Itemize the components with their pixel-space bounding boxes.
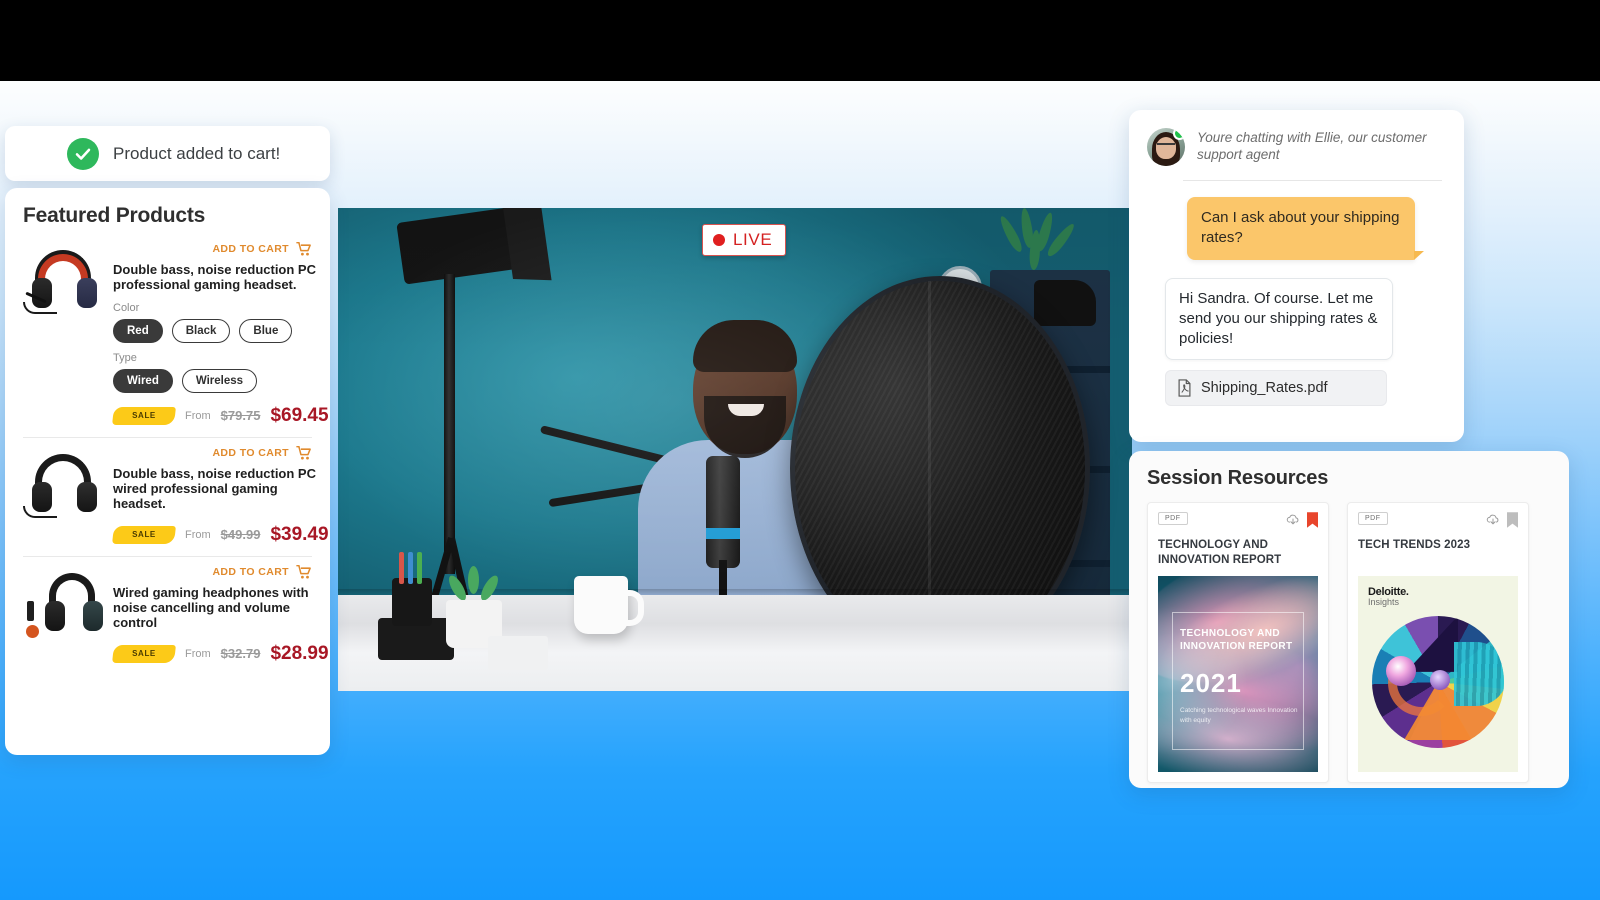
type-option-wired[interactable]: Wired (113, 368, 173, 393)
chat-message-customer: Can I ask about your shipping rates? (1187, 197, 1424, 260)
cloud-download-icon[interactable] (1286, 513, 1300, 527)
deloitte-logo: Deloitte. Insights (1368, 586, 1409, 607)
color-option-black[interactable]: Black (171, 318, 231, 343)
chat-message-agent: Hi Sandra. Of course. Let me send you ou… (1165, 277, 1393, 361)
price-row: SALE From $49.99 $39.49 (112, 523, 329, 546)
resource-card[interactable]: PDF TECH TRENDS 2023 Deloitte. Insights (1347, 502, 1529, 783)
cover-subtitle: Catching technological waves Innovation … (1180, 707, 1298, 725)
resources-grid: PDF TECHNOLOGY AND INNOVATION REPORT TEC… (1147, 502, 1551, 783)
check-circle-icon (67, 137, 99, 170)
resource-card-actions (1286, 512, 1318, 528)
products-panel-title: Featured Products (23, 204, 206, 227)
file-type-badge: PDF (1358, 512, 1388, 525)
live-label: LIVE (733, 230, 773, 249)
sale-badge: SALE (112, 406, 176, 425)
product-item[interactable]: ADD TO CART Wired gaming headphones with… (23, 555, 329, 675)
sale-badge: SALE (112, 525, 176, 544)
cover-year: 2021 (1180, 668, 1242, 698)
add-to-cart-button[interactable]: ADD TO CART (212, 445, 312, 460)
resource-cover-image: TECHNOLOGY AND INNOVATION REPORT 2021 Ca… (1158, 576, 1318, 772)
resource-card-header: PDF (1358, 512, 1518, 528)
session-resources-panel: Session Resources PDF TECHNOLOGY AND INN… (1129, 451, 1569, 788)
live-status-badge: LIVE (702, 224, 787, 256)
letterbox-top-bar (0, 0, 1600, 81)
color-option-red[interactable]: Red (113, 318, 163, 343)
cover-illustration (1372, 615, 1504, 748)
sale-price: $28.99 (270, 642, 329, 664)
cloud-download-icon[interactable] (1486, 513, 1500, 527)
resources-panel-title: Session Resources (1147, 467, 1329, 489)
chat-divider (1183, 180, 1442, 181)
resource-card[interactable]: PDF TECHNOLOGY AND INNOVATION REPORT TEC… (1147, 502, 1329, 783)
sale-badge-label: SALE (132, 649, 156, 659)
from-label: From (185, 647, 211, 660)
sale-badge: SALE (112, 644, 176, 663)
app-stage: LIVE Product added to cart! Featured Pro… (0, 0, 1600, 900)
resource-cover-image: Deloitte. Insights (1358, 576, 1518, 772)
product-thumbnail (23, 448, 103, 522)
product-title: Double bass, noise reduction PC wired pr… (113, 465, 316, 512)
original-price: $79.75 (220, 408, 261, 424)
product-item[interactable]: ADD TO CART Double bass, noise reduction… (23, 234, 329, 437)
resource-title: TECH TRENDS 2023 (1358, 539, 1471, 551)
live-indicator-dot (713, 234, 725, 246)
add-to-cart-button[interactable]: ADD TO CART (212, 564, 312, 579)
video-vignette (338, 208, 1132, 691)
product-item[interactable]: ADD TO CART Double bass, noise reduction… (23, 436, 329, 556)
file-type-badge: PDF (1158, 512, 1188, 525)
from-label: From (185, 528, 211, 541)
chat-attachment[interactable]: Shipping_Rates.pdf (1165, 370, 1387, 407)
resource-card-header: PDF (1158, 512, 1318, 528)
support-chat-panel: Youre chatting with Ellie, our customer … (1129, 110, 1464, 442)
cover-title: TECHNOLOGY AND INNOVATION REPORT (1180, 628, 1293, 652)
option-group-label: Type (113, 351, 137, 364)
sale-price: $39.49 (270, 523, 329, 545)
color-option-group: Red Black Blue (113, 318, 329, 343)
product-title: Double bass, noise reduction PC professi… (113, 262, 316, 293)
color-option-blue[interactable]: Blue (239, 318, 293, 343)
cart-toast-notification: Product added to cart! (5, 126, 330, 181)
product-title: Wired gaming headphones with noise cance… (113, 584, 309, 631)
chat-header: Youre chatting with Ellie, our customer … (1147, 128, 1446, 166)
sale-badge-label: SALE (132, 530, 156, 540)
shopping-cart-icon (296, 564, 311, 579)
sale-price: $69.45 (270, 404, 329, 426)
type-option-wireless[interactable]: Wireless (181, 368, 258, 393)
product-thumbnail (23, 567, 103, 641)
pdf-file-icon (1178, 379, 1191, 397)
brand-subtitle: Insights (1368, 597, 1400, 607)
add-to-cart-button[interactable]: ADD TO CART (212, 242, 312, 256)
bookmark-icon[interactable] (1507, 512, 1518, 528)
original-price: $32.79 (220, 646, 261, 662)
agent-avatar (1147, 128, 1185, 166)
sale-badge-label: SALE (132, 411, 156, 421)
price-row: SALE From $32.79 $28.99 (112, 642, 329, 665)
from-label: From (185, 409, 211, 422)
resource-title: TECHNOLOGY AND INNOVATION REPORT (1158, 539, 1282, 566)
shopping-cart-icon (296, 445, 311, 460)
featured-products-panel: Featured Products ADD TO CART Double bas… (5, 188, 330, 755)
chat-header-text: Youre chatting with Ellie, our customer … (1197, 130, 1427, 162)
shopping-cart-icon (296, 242, 311, 256)
online-status-dot (1173, 128, 1185, 140)
toast-message: Product added to cart! (113, 143, 281, 163)
price-row: SALE From $79.75 $69.45 (112, 404, 329, 427)
add-to-cart-label: ADD TO CART (212, 446, 289, 459)
add-to-cart-label: ADD TO CART (212, 243, 289, 255)
bookmark-icon[interactable] (1307, 512, 1318, 528)
product-thumbnail (23, 244, 103, 318)
attachment-filename: Shipping_Rates.pdf (1201, 380, 1328, 397)
resource-card-actions (1486, 512, 1518, 528)
type-option-group: Wired Wireless (113, 368, 329, 393)
option-group-label: Color (113, 301, 140, 314)
add-to-cart-label: ADD TO CART (212, 565, 289, 578)
original-price: $49.99 (220, 527, 261, 543)
live-video-player[interactable] (338, 208, 1132, 691)
